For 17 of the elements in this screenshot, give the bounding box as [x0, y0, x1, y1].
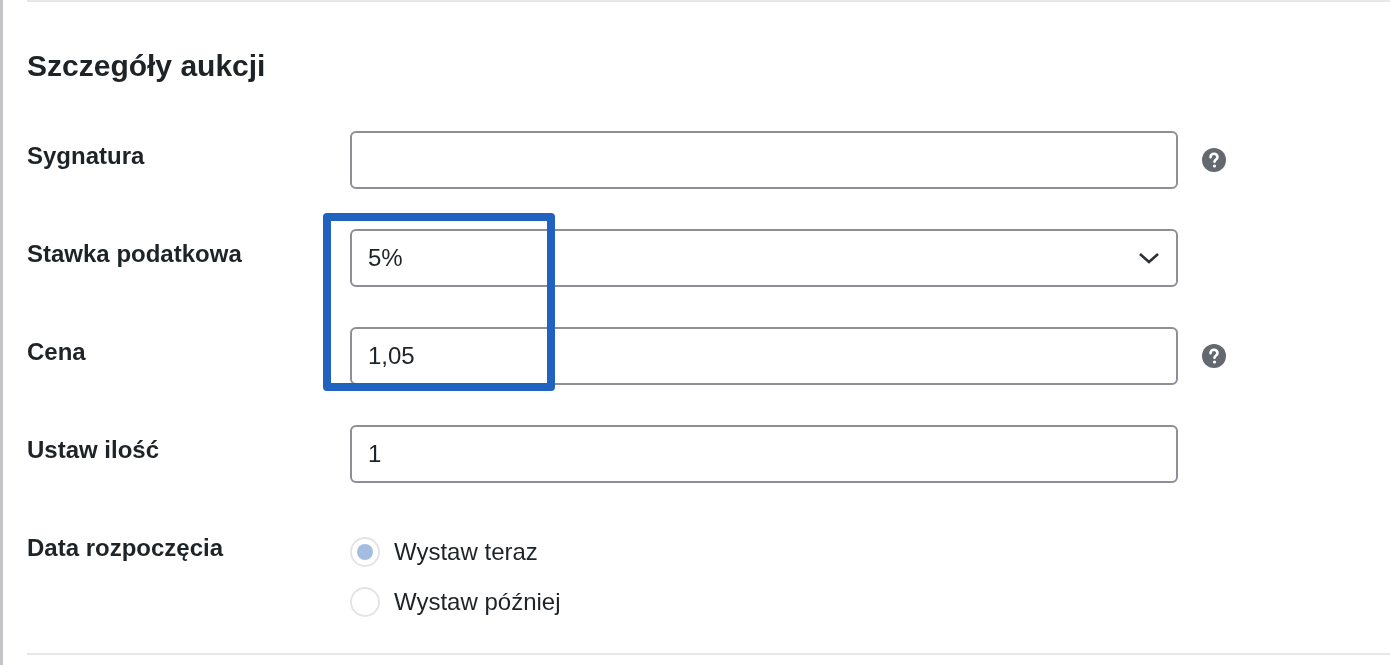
chevron-down-icon — [1138, 251, 1160, 265]
help-icon[interactable] — [1202, 344, 1226, 368]
field-label: Data rozpoczęcia — [27, 533, 225, 563]
help-icon[interactable] — [1202, 148, 1226, 172]
radio-button[interactable] — [350, 537, 380, 567]
text-field[interactable]: 1 — [350, 425, 1178, 483]
option-label: Wystaw teraz — [394, 537, 538, 567]
text-field[interactable]: 1,05 — [350, 327, 1178, 385]
field-label: Cena — [27, 337, 87, 367]
radio-button[interactable] — [350, 587, 380, 617]
field-label: Ustaw ilość — [27, 435, 161, 465]
select-field[interactable]: 5% — [350, 229, 1178, 287]
option-label: Wystaw później — [394, 587, 561, 617]
field-label: Stawka podatkowa — [27, 239, 243, 269]
field-label: Sygnatura — [27, 141, 146, 171]
section-title: Szczegóły aukcji — [27, 48, 266, 84]
text-field[interactable] — [350, 131, 1178, 189]
